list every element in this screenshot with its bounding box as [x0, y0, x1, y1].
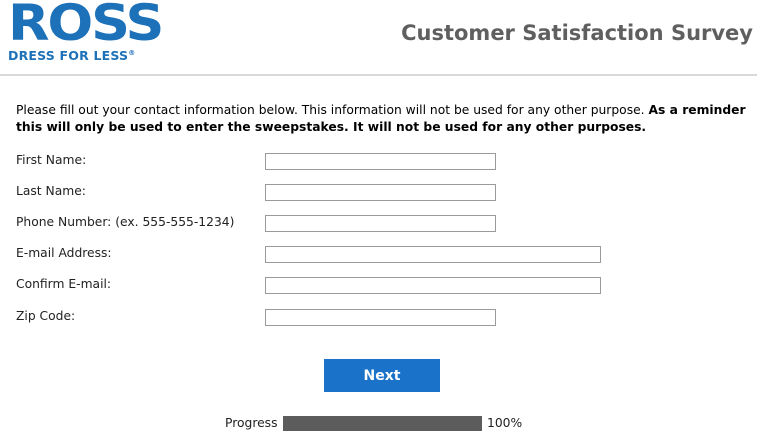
- confirm-email-field[interactable]: [265, 277, 601, 294]
- page-header: ROSS DRESS FOR LESS® Customer Satisfacti…: [0, 0, 757, 76]
- progress-bar-fill: [283, 416, 482, 431]
- logo-wordmark: ROSS: [8, 0, 164, 52]
- registered-mark: ®: [128, 48, 136, 57]
- ross-logo: ROSS DRESS FOR LESS®: [8, 0, 168, 66]
- zip-code-field[interactable]: [265, 309, 496, 326]
- logo-tagline-text: DRESS FOR LESS: [8, 48, 129, 63]
- phone-label: Phone Number: (ex. 555-555-1234): [16, 215, 235, 229]
- header-divider: [0, 74, 757, 76]
- confirm-email-label: Confirm E-mail:: [16, 277, 112, 291]
- last-name-field[interactable]: [265, 184, 496, 201]
- first-name-field[interactable]: [265, 153, 496, 170]
- email-label: E-mail Address:: [16, 246, 112, 260]
- first-name-label: First Name:: [16, 153, 87, 167]
- intro-text: Please fill out your contact information…: [16, 102, 746, 136]
- email-field[interactable]: [265, 246, 601, 263]
- next-button[interactable]: Next: [324, 359, 440, 392]
- zip-code-label: Zip Code:: [16, 309, 76, 323]
- progress-bar: [283, 416, 482, 431]
- intro-plain-text: Please fill out your contact information…: [16, 103, 645, 117]
- progress-percent: 100%: [487, 416, 523, 430]
- survey-title: Customer Satisfaction Survey: [401, 21, 753, 45]
- progress-label: Progress: [225, 416, 278, 430]
- logo-tagline: DRESS FOR LESS®: [8, 48, 135, 63]
- phone-field[interactable]: [265, 215, 496, 232]
- last-name-label: Last Name:: [16, 184, 86, 198]
